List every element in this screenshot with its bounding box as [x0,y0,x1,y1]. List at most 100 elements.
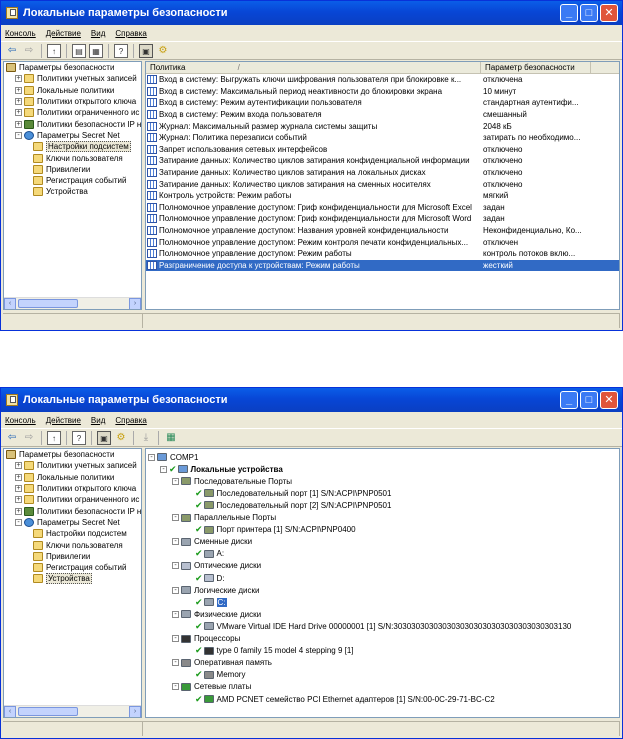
tree-item[interactable]: Ключи пользователя [4,539,141,550]
maximize-button[interactable]: □ [580,391,598,409]
expand-toggle-icon[interactable]: + [15,473,22,481]
menu-console[interactable]: Консоль [5,416,36,425]
help-icon[interactable]: ? [72,430,86,445]
tree-item[interactable]: Настройки подсистем [4,528,141,539]
menu-help[interactable]: Справка [115,29,146,38]
menu-action[interactable]: Действие [46,29,81,38]
tree-item[interactable]: + Политики безопасности IP н [4,118,141,129]
policy-row[interactable]: Полномочное управление доступом: Гриф ко… [146,213,619,225]
expand-toggle-icon[interactable]: - [172,586,179,594]
back-icon[interactable]: ⇦ [5,431,19,445]
close-button[interactable]: ✕ [600,391,618,409]
expand-toggle-icon[interactable]: - [172,683,179,691]
expand-toggle-icon[interactable]: - [172,477,179,485]
tree-item[interactable]: + Политики открытого ключа [4,483,141,494]
expand-toggle-icon[interactable]: + [15,507,22,515]
menu-view[interactable]: Вид [91,416,105,425]
device-tree-item[interactable]: ✔ A: [186,548,224,560]
column-header-value[interactable]: Параметр безопасности [481,62,591,73]
device-tree-item[interactable]: - Логические диски [172,584,259,596]
tree-item[interactable]: + Локальные политики [4,472,141,483]
device-tree-item[interactable]: ✔ Последовательный порт [1] S/N:ACPI\PNP0… [186,487,391,499]
tree-item[interactable]: Параметры безопасности [4,62,141,73]
forward-icon[interactable]: ⇨ [22,44,36,58]
expand-toggle-icon[interactable]: + [15,462,22,470]
device-tree-item[interactable]: - Оптические диски [172,560,261,572]
expand-toggle-icon[interactable]: - [15,518,22,526]
show-tree-icon[interactable]: ▣ [139,43,153,58]
tree-horizontal-scrollbar[interactable]: ‹ › [4,705,141,717]
device-tree-item[interactable]: ✔ VMware Virtual IDE Hard Drive 00000001 … [186,620,571,632]
show-tree-icon[interactable]: ▣ [97,430,111,445]
device-tree-item[interactable]: ✔ type 0 family 15 model 4 stepping 9 [1] [186,645,354,657]
device-tree-item[interactable]: - Последовательные Порты [172,475,292,487]
forward-icon[interactable]: ⇨ [22,431,36,445]
tree-item[interactable]: + Политики ограниченного ис [4,494,141,505]
tree-item[interactable]: Устройства [4,186,141,197]
tree-item[interactable]: + Политики безопасности IP н [4,505,141,516]
device-tree-item[interactable]: - Процессоры [172,633,240,645]
expand-toggle-icon[interactable]: + [15,485,22,493]
title-bar[interactable]: Локальные параметры безопасности _ □ ✕ [1,1,622,25]
tree-item[interactable]: Параметры безопасности [4,449,141,460]
expand-toggle-icon[interactable]: - [15,131,22,139]
tree-item[interactable]: + Локальные политики [4,85,141,96]
column-header-policy[interactable]: Политика / [146,62,481,73]
help-icon[interactable]: ? [114,43,128,58]
expand-toggle-icon[interactable]: + [15,109,22,117]
close-button[interactable]: ✕ [600,4,618,22]
tree-item[interactable]: + Политики ограниченного ис [4,107,141,118]
device-tree-item[interactable]: ✔ Memory [186,669,245,681]
tree-item[interactable]: + Политики учетных записей [4,460,141,471]
device-tree-item[interactable]: ✔ AMD PCNET семейство PCI Ethernet адапте… [186,693,495,705]
expand-toggle-icon[interactable]: + [15,75,22,83]
grid-icon[interactable]: ▦ [164,431,178,445]
tree-item[interactable]: + Политики открытого ключа [4,96,141,107]
tree-item[interactable]: + Политики учетных записей [4,73,141,84]
policy-row[interactable]: Вход в систему: Режим аутентификации пол… [146,97,619,109]
expand-toggle-icon[interactable]: - [172,514,179,522]
properties-icon[interactable]: ▤ [72,43,86,58]
tree-item[interactable]: Регистрация событий [4,562,141,573]
policy-row[interactable]: Полномочное управление доступом: Режим к… [146,236,619,248]
expand-toggle-icon[interactable]: - [172,562,179,570]
policy-row[interactable]: Вход в систему: Максимальный период неак… [146,86,619,98]
policy-row[interactable]: Полномочное управление доступом: Гриф ко… [146,202,619,214]
expand-toggle-icon[interactable]: - [172,538,179,546]
expand-toggle-icon[interactable]: - [172,635,179,643]
device-tree-item[interactable]: - Сменные диски [172,536,252,548]
device-tree-item[interactable]: ✔ Порт принтера [1] S/N:ACPI\PNP0400 [186,524,356,536]
device-tree-item[interactable]: - Оперативная память [172,657,272,669]
device-tree-item[interactable]: ✔ D: [186,572,225,584]
policy-row[interactable]: Затирание данных: Количество циклов зати… [146,178,619,190]
policy-row[interactable]: Вход в систему: Режим входа пользователя… [146,109,619,121]
tree-item[interactable]: - Параметры Secret Net [4,517,141,528]
up-folder-icon[interactable]: ↑ [47,430,61,445]
expand-toggle-icon[interactable]: - [148,453,155,461]
device-tree-item[interactable]: ✔ C: [186,596,227,608]
expand-toggle-icon[interactable]: + [15,86,22,94]
tree-item[interactable]: Устройства [4,573,141,585]
tree-item[interactable]: Ключи пользователя [4,152,141,163]
tree-item[interactable]: Привилегии [4,551,141,562]
up-folder-icon[interactable]: ↑ [47,43,61,58]
tree-item[interactable]: Настройки подсистем [4,141,141,153]
policy-row[interactable]: Контроль устройств: Режим работы мягкий [146,190,619,202]
expand-toggle-icon[interactable]: - [172,659,179,667]
policy-row[interactable]: Вход в систему: Выгружать ключи шифрован… [146,74,619,86]
device-tree-item[interactable]: ✔ Последовательный порт [2] S/N:ACPI\PNP0… [186,499,391,511]
policy-row[interactable]: Полномочное управление доступом: Названи… [146,225,619,237]
policy-row[interactable]: Затирание данных: Количество циклов зати… [146,167,619,179]
policy-row[interactable]: Журнал: Максимальный размер журнала сист… [146,120,619,132]
export-list-icon[interactable]: ▦ [89,43,103,58]
expand-toggle-icon[interactable]: + [15,496,22,504]
expand-toggle-icon[interactable]: + [15,120,22,128]
menu-action[interactable]: Действие [46,416,81,425]
device-tree-item[interactable]: - COMP1 [148,451,198,463]
policy-row[interactable]: Журнал: Политика перезаписи событий затир… [146,132,619,144]
tree-item[interactable]: Привилегии [4,164,141,175]
tree-item[interactable]: - Параметры Secret Net [4,130,141,141]
expand-toggle-icon[interactable]: + [15,98,22,106]
title-bar[interactable]: Локальные параметры безопасности _ □ ✕ [1,388,622,412]
tree-item[interactable]: Регистрация событий [4,175,141,186]
